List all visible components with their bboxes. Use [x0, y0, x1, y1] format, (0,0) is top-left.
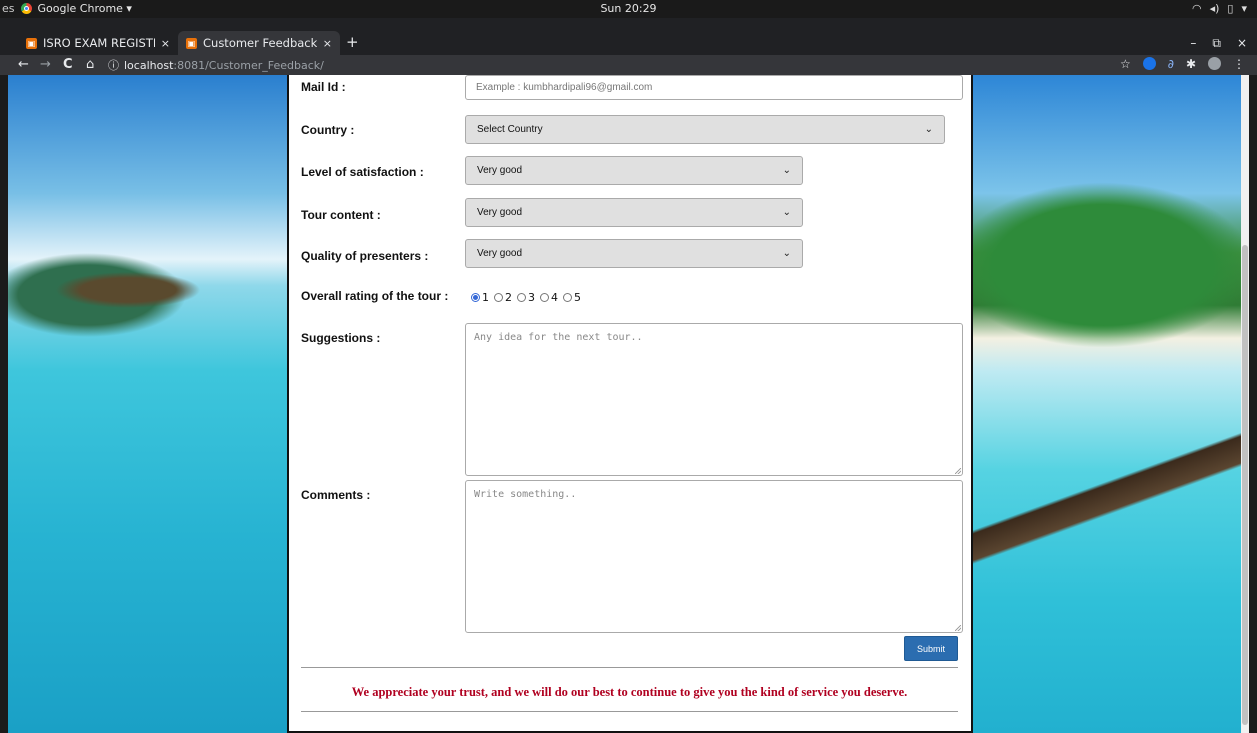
rating-radio-2[interactable]	[494, 293, 503, 302]
feedback-form: Mail Id : Example : kumbhardipali96@gmai…	[287, 75, 973, 733]
tour-content-select[interactable]: Very good ⌄	[465, 198, 803, 227]
divider	[301, 667, 958, 668]
divider	[301, 711, 958, 712]
puzzle-icon[interactable]: ✱	[1186, 57, 1196, 71]
tab-title: ISRO EXAM REGISTRATIO	[43, 36, 155, 50]
menu-arrow-icon[interactable]: ▾	[1241, 2, 1247, 15]
resize-handle-icon[interactable]	[955, 625, 961, 631]
window-controls: – ⧉ ×	[1190, 36, 1247, 51]
background-image-left	[8, 75, 287, 733]
chevron-down-icon: ⌄	[924, 124, 933, 135]
rating-radio-5[interactable]	[563, 293, 572, 302]
menu-icon[interactable]: ⋮	[1233, 57, 1245, 71]
chevron-down-icon: ⌄	[782, 248, 791, 259]
wifi-icon[interactable]: ◠	[1192, 2, 1202, 15]
restore-button[interactable]: ⧉	[1212, 36, 1221, 51]
back-button[interactable]: ←	[18, 57, 29, 73]
site-favicon-icon: ▣	[186, 37, 197, 49]
tab-customer-feedback[interactable]: ▣ Customer Feedback Form ×	[178, 31, 340, 55]
browser-toolbar: ← → C ⌂ ⓘ localhost:8081/Customer_Feedba…	[0, 55, 1257, 75]
volume-icon[interactable]: ◂)	[1210, 2, 1220, 15]
os-top-bar: es Google Chrome ▾ Sun 20:29 ◠ ◂) ▯ ▾	[0, 0, 1257, 18]
tab-isro-exam[interactable]: ▣ ISRO EXAM REGISTRATIO ×	[18, 31, 178, 55]
resize-handle-icon[interactable]	[955, 468, 961, 474]
comments-label: Comments :	[301, 488, 371, 502]
country-label: Country :	[301, 123, 355, 137]
app-menu[interactable]: Google Chrome ▾	[38, 2, 132, 15]
country-value: Select Country	[477, 124, 543, 135]
satisfaction-label: Level of satisfaction :	[301, 165, 424, 179]
comments-placeholder: Write something..	[474, 489, 577, 500]
forward-button[interactable]: →	[40, 57, 51, 73]
minimize-button[interactable]: –	[1190, 36, 1196, 51]
chevron-down-icon: ⌄	[782, 207, 791, 218]
toolbar-icons: ☆ ∂ ✱ ⋮	[1120, 57, 1245, 71]
comments-textarea[interactable]: Write something..	[465, 480, 963, 633]
chevron-down-icon: ⌄	[782, 165, 791, 176]
mail-label: Mail Id :	[301, 80, 346, 94]
rating-radio-3[interactable]	[517, 293, 526, 302]
tour-content-value: Very good	[477, 207, 523, 218]
suggestions-textarea[interactable]: Any idea for the next tour..	[465, 323, 963, 476]
satisfaction-value: Very good	[477, 165, 523, 176]
country-select[interactable]: Select Country ⌄	[465, 115, 945, 144]
page-scrollbar[interactable]	[1241, 75, 1249, 733]
tab-close-icon[interactable]: ×	[161, 37, 170, 50]
new-tab-button[interactable]: +	[346, 33, 359, 51]
presenters-select[interactable]: Very good ⌄	[465, 239, 803, 268]
rating-radio-group: 1 2 3 4 5	[469, 291, 581, 304]
url-path: :8081/Customer_Feedback/	[173, 58, 324, 72]
battery-icon[interactable]: ▯	[1227, 2, 1233, 15]
activities-button[interactable]: es	[0, 2, 15, 15]
tab-title: Customer Feedback Form	[203, 36, 317, 50]
clock[interactable]: Sun 20:29	[0, 2, 1257, 15]
suggestions-placeholder: Any idea for the next tour..	[474, 332, 643, 343]
info-icon[interactable]: ⓘ	[108, 57, 119, 73]
system-tray[interactable]: ◠ ◂) ▯ ▾	[1192, 2, 1247, 15]
rating-radio-4[interactable]	[540, 293, 549, 302]
rating-radio-1[interactable]	[471, 293, 480, 302]
background-image-right	[973, 75, 1249, 733]
tab-close-icon[interactable]: ×	[323, 37, 332, 50]
page-viewport: Mail Id : Example : kumbhardipali96@gmai…	[8, 75, 1249, 733]
submit-button[interactable]: Submit	[904, 636, 958, 661]
suggestions-label: Suggestions :	[301, 331, 381, 345]
rating-label: Overall rating of the tour :	[301, 289, 449, 303]
mail-placeholder: Example : kumbhardipali96@gmail.com	[476, 82, 653, 93]
chrome-icon	[20, 3, 32, 14]
home-button[interactable]: ⌂	[86, 57, 94, 73]
star-icon[interactable]: ☆	[1120, 57, 1131, 71]
thank-you-message: We appreciate your trust, and we will do…	[351, 685, 908, 699]
rating-option-label: 2	[505, 291, 512, 304]
reload-button[interactable]: C	[63, 57, 73, 73]
mail-input[interactable]: Example : kumbhardipali96@gmail.com	[465, 75, 963, 100]
tour-content-label: Tour content :	[301, 208, 381, 222]
site-favicon-icon: ▣	[26, 37, 37, 49]
scrollbar-thumb[interactable]	[1242, 245, 1248, 725]
rating-option-label: 5	[574, 291, 581, 304]
tab-strip: ▣ ISRO EXAM REGISTRATIO × ▣ Customer Fee…	[0, 18, 1257, 55]
rating-option-label: 1	[482, 291, 489, 304]
extension-icon[interactable]	[1142, 57, 1156, 70]
rating-option-label: 4	[551, 291, 558, 304]
avatar-icon[interactable]	[1208, 57, 1221, 70]
address-bar[interactable]: ⓘ localhost:8081/Customer_Feedback/	[108, 56, 1118, 74]
satisfaction-select[interactable]: Very good ⌄	[465, 156, 803, 185]
close-window-button[interactable]: ×	[1237, 36, 1247, 51]
rating-option-label: 3	[528, 291, 535, 304]
presenters-label: Quality of presenters :	[301, 249, 429, 263]
link-icon[interactable]: ∂	[1168, 57, 1174, 71]
presenters-value: Very good	[477, 248, 523, 259]
url-host: localhost	[124, 58, 174, 72]
